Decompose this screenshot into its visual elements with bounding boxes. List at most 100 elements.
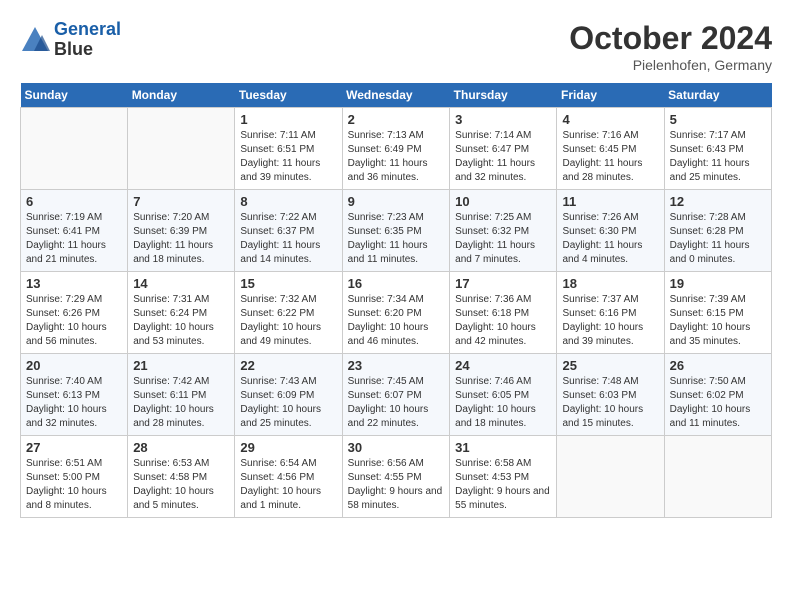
weekday-header-saturday: Saturday	[664, 83, 771, 108]
page-header: GeneralBlue October 2024 Pielenhofen, Ge…	[20, 20, 772, 73]
day-number: 3	[455, 112, 551, 127]
calendar-week-3: 13 Sunrise: 7:29 AM Sunset: 6:26 PM Dayli…	[21, 272, 772, 354]
day-info: Sunrise: 7:22 AM Sunset: 6:37 PM Dayligh…	[240, 211, 336, 267]
day-number: 8	[240, 194, 336, 209]
day-info: Sunrise: 7:50 AM Sunset: 6:02 PM Dayligh…	[670, 375, 766, 431]
day-number: 31	[455, 440, 551, 455]
day-number: 5	[670, 112, 766, 127]
day-info: Sunrise: 7:43 AM Sunset: 6:09 PM Dayligh…	[240, 375, 336, 431]
day-number: 1	[240, 112, 336, 127]
day-number: 15	[240, 276, 336, 291]
calendar-cell: 11Sunrise: 7:26 AM Sunset: 6:30 PM Dayli…	[557, 190, 664, 272]
day-info: Sunrise: 7:45 AM Sunset: 6:07 PM Dayligh…	[348, 375, 445, 431]
day-number: 9	[348, 194, 445, 209]
calendar-week-5: 27 Sunrise: 6:51 AM Sunset: 5:00 PM Dayli…	[21, 436, 772, 518]
day-number: 17	[455, 276, 551, 291]
logo: GeneralBlue	[20, 20, 121, 60]
day-info: Sunrise: 7:17 AM Sunset: 6:43 PM Dayligh…	[670, 129, 766, 185]
day-number: 25	[562, 358, 658, 373]
calendar-cell: 18 Sunrise: 7:37 AM Sunset: 6:16 PM Dayli…	[557, 272, 664, 354]
calendar-cell: 25 Sunrise: 7:48 AM Sunset: 6:03 PM Dayli…	[557, 354, 664, 436]
day-info: Sunrise: 7:34 AM Sunset: 6:20 PM Dayligh…	[348, 293, 445, 349]
day-info: Sunrise: 7:29 AM Sunset: 6:26 PM Dayligh…	[26, 293, 122, 349]
day-info: Sunrise: 7:19 AM Sunset: 6:41 PM Dayligh…	[26, 211, 122, 267]
day-number: 14	[133, 276, 229, 291]
calendar-cell: 22 Sunrise: 7:43 AM Sunset: 6:09 PM Dayli…	[235, 354, 342, 436]
calendar-cell: 2 Sunrise: 7:13 AM Sunset: 6:49 PM Daylig…	[342, 108, 450, 190]
calendar-week-1: 1 Sunrise: 7:11 AM Sunset: 6:51 PM Daylig…	[21, 108, 772, 190]
day-info: Sunrise: 7:39 AM Sunset: 6:15 PM Dayligh…	[670, 293, 766, 349]
day-number: 18	[562, 276, 658, 291]
calendar-cell: 1 Sunrise: 7:11 AM Sunset: 6:51 PM Daylig…	[235, 108, 342, 190]
weekday-header-row: SundayMondayTuesdayWednesdayThursdayFrid…	[21, 83, 772, 108]
day-info: Sunrise: 7:40 AM Sunset: 6:13 PM Dayligh…	[26, 375, 122, 431]
location: Pielenhofen, Germany	[569, 57, 772, 73]
day-number: 22	[240, 358, 336, 373]
day-number: 29	[240, 440, 336, 455]
calendar-cell: 27 Sunrise: 6:51 AM Sunset: 5:00 PM Dayli…	[21, 436, 128, 518]
calendar-cell: 23 Sunrise: 7:45 AM Sunset: 6:07 PM Dayli…	[342, 354, 450, 436]
calendar-cell: 4 Sunrise: 7:16 AM Sunset: 6:45 PM Daylig…	[557, 108, 664, 190]
calendar-cell: 30Sunrise: 6:56 AM Sunset: 4:55 PM Dayli…	[342, 436, 450, 518]
day-number: 28	[133, 440, 229, 455]
weekday-header-tuesday: Tuesday	[235, 83, 342, 108]
calendar-cell: 24Sunrise: 7:46 AM Sunset: 6:05 PM Dayli…	[450, 354, 557, 436]
calendar-cell	[21, 108, 128, 190]
day-number: 13	[26, 276, 122, 291]
calendar-cell: 7 Sunrise: 7:20 AM Sunset: 6:39 PM Daylig…	[128, 190, 235, 272]
day-info: Sunrise: 7:20 AM Sunset: 6:39 PM Dayligh…	[133, 211, 229, 267]
calendar-cell	[557, 436, 664, 518]
calendar-cell: 3 Sunrise: 7:14 AM Sunset: 6:47 PM Daylig…	[450, 108, 557, 190]
day-number: 20	[26, 358, 122, 373]
day-number: 4	[562, 112, 658, 127]
calendar-table: SundayMondayTuesdayWednesdayThursdayFrid…	[20, 83, 772, 518]
day-info: Sunrise: 6:58 AM Sunset: 4:53 PM Dayligh…	[455, 457, 551, 513]
calendar-cell: 26 Sunrise: 7:50 AM Sunset: 6:02 PM Dayli…	[664, 354, 771, 436]
month-title: October 2024	[569, 20, 772, 57]
day-info: Sunrise: 7:13 AM Sunset: 6:49 PM Dayligh…	[348, 129, 445, 185]
day-number: 23	[348, 358, 445, 373]
calendar-cell: 20 Sunrise: 7:40 AM Sunset: 6:13 PM Dayli…	[21, 354, 128, 436]
day-number: 27	[26, 440, 122, 455]
weekday-header-monday: Monday	[128, 83, 235, 108]
calendar-week-2: 6Sunrise: 7:19 AM Sunset: 6:41 PM Daylig…	[21, 190, 772, 272]
calendar-cell: 21Sunrise: 7:42 AM Sunset: 6:11 PM Dayli…	[128, 354, 235, 436]
calendar-cell: 31 Sunrise: 6:58 AM Sunset: 4:53 PM Dayli…	[450, 436, 557, 518]
calendar-cell: 28 Sunrise: 6:53 AM Sunset: 4:58 PM Dayli…	[128, 436, 235, 518]
weekday-header-thursday: Thursday	[450, 83, 557, 108]
calendar-cell: 13 Sunrise: 7:29 AM Sunset: 6:26 PM Dayli…	[21, 272, 128, 354]
day-info: Sunrise: 7:25 AM Sunset: 6:32 PM Dayligh…	[455, 211, 551, 267]
day-info: Sunrise: 6:56 AM Sunset: 4:55 PM Dayligh…	[348, 457, 445, 513]
calendar-cell: 29Sunrise: 6:54 AM Sunset: 4:56 PM Dayli…	[235, 436, 342, 518]
day-number: 19	[670, 276, 766, 291]
day-info: Sunrise: 6:51 AM Sunset: 5:00 PM Dayligh…	[26, 457, 122, 513]
calendar-cell: 17Sunrise: 7:36 AM Sunset: 6:18 PM Dayli…	[450, 272, 557, 354]
calendar-cell: 6Sunrise: 7:19 AM Sunset: 6:41 PM Daylig…	[21, 190, 128, 272]
logo-text: GeneralBlue	[54, 20, 121, 60]
calendar-cell	[664, 436, 771, 518]
calendar-cell: 8 Sunrise: 7:22 AM Sunset: 6:37 PM Daylig…	[235, 190, 342, 272]
day-info: Sunrise: 7:26 AM Sunset: 6:30 PM Dayligh…	[562, 211, 658, 267]
calendar-cell: 19 Sunrise: 7:39 AM Sunset: 6:15 PM Dayli…	[664, 272, 771, 354]
day-info: Sunrise: 7:42 AM Sunset: 6:11 PM Dayligh…	[133, 375, 229, 431]
day-number: 16	[348, 276, 445, 291]
calendar-week-4: 20 Sunrise: 7:40 AM Sunset: 6:13 PM Dayli…	[21, 354, 772, 436]
day-number: 7	[133, 194, 229, 209]
weekday-header-sunday: Sunday	[21, 83, 128, 108]
calendar-cell: 14 Sunrise: 7:31 AM Sunset: 6:24 PM Dayli…	[128, 272, 235, 354]
weekday-header-wednesday: Wednesday	[342, 83, 450, 108]
logo-icon	[20, 25, 50, 55]
calendar-cell	[128, 108, 235, 190]
day-info: Sunrise: 7:37 AM Sunset: 6:16 PM Dayligh…	[562, 293, 658, 349]
day-info: Sunrise: 7:23 AM Sunset: 6:35 PM Dayligh…	[348, 211, 445, 267]
day-info: Sunrise: 7:16 AM Sunset: 6:45 PM Dayligh…	[562, 129, 658, 185]
calendar-cell: 12Sunrise: 7:28 AM Sunset: 6:28 PM Dayli…	[664, 190, 771, 272]
day-info: Sunrise: 6:53 AM Sunset: 4:58 PM Dayligh…	[133, 457, 229, 513]
day-info: Sunrise: 7:11 AM Sunset: 6:51 PM Dayligh…	[240, 129, 336, 185]
day-info: Sunrise: 7:48 AM Sunset: 6:03 PM Dayligh…	[562, 375, 658, 431]
day-info: Sunrise: 7:31 AM Sunset: 6:24 PM Dayligh…	[133, 293, 229, 349]
day-number: 26	[670, 358, 766, 373]
day-number: 2	[348, 112, 445, 127]
calendar-cell: 16 Sunrise: 7:34 AM Sunset: 6:20 PM Dayli…	[342, 272, 450, 354]
day-info: Sunrise: 7:14 AM Sunset: 6:47 PM Dayligh…	[455, 129, 551, 185]
